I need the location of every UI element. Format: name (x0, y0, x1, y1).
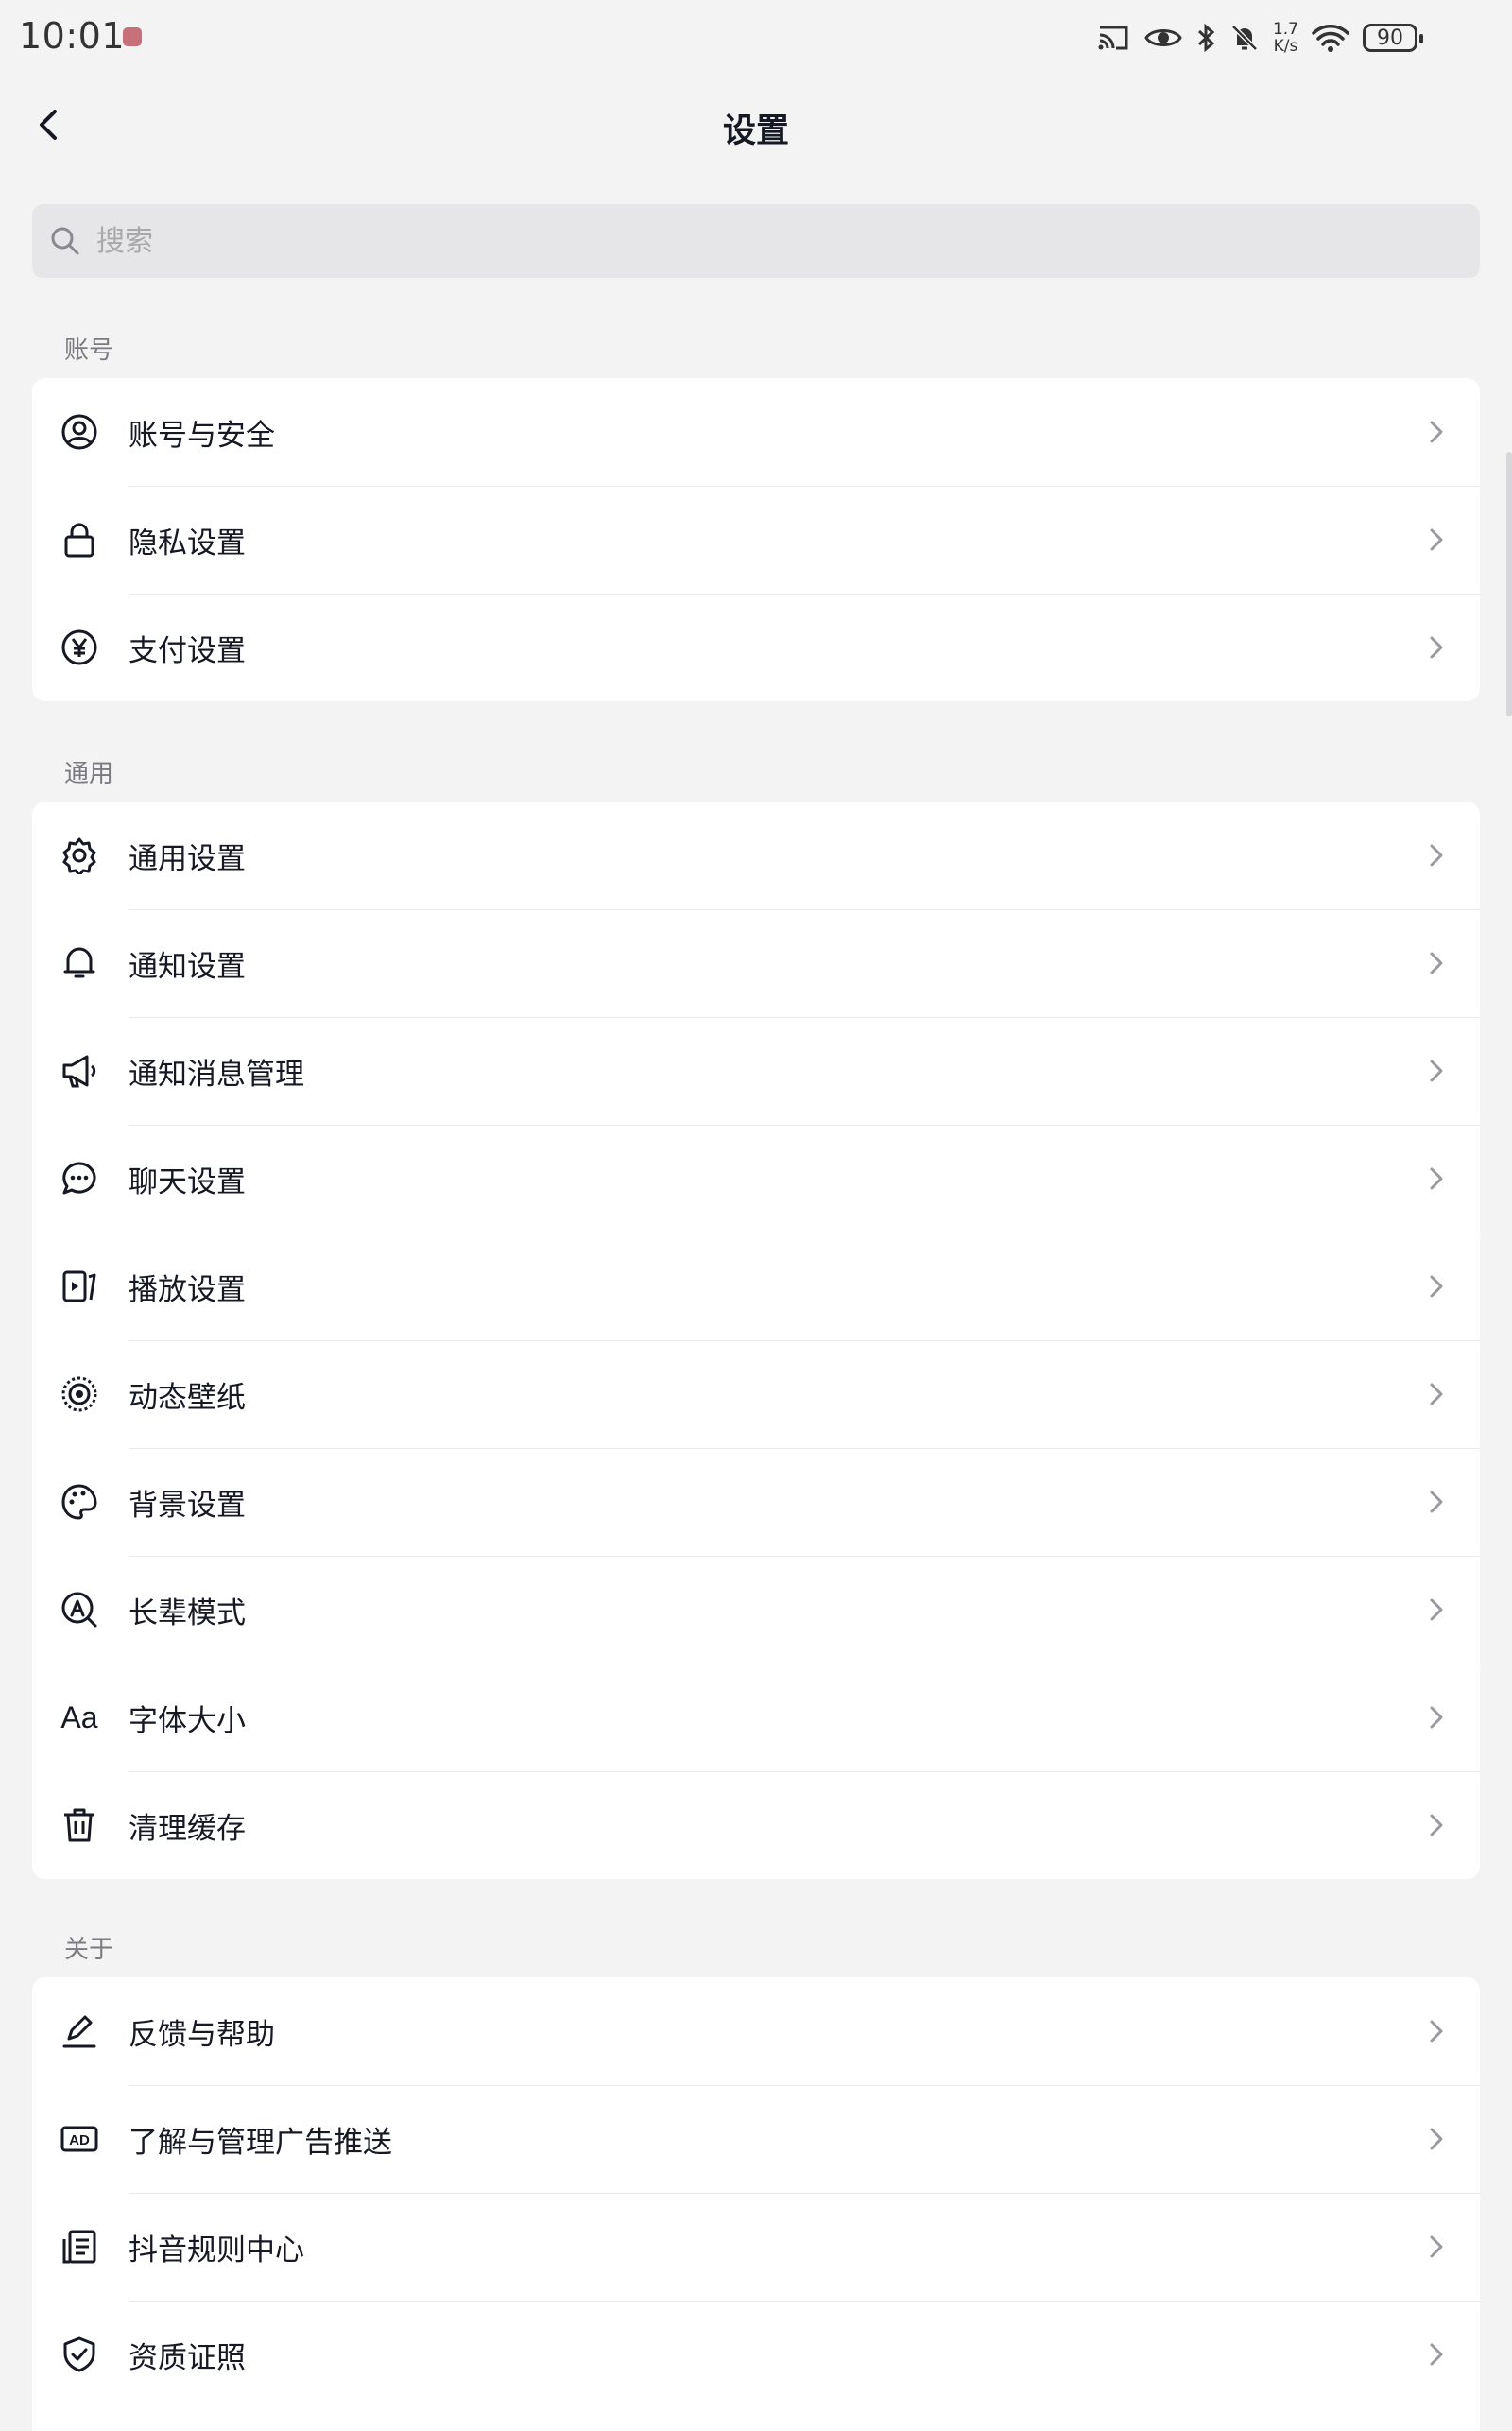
yuan-icon (60, 629, 98, 666)
chevron-right-icon (1430, 2128, 1443, 2150)
settings-item-qualifications[interactable]: 资质证照 (32, 2301, 1480, 2408)
scrollbar[interactable] (1506, 452, 1512, 716)
chevron-right-icon (1430, 2020, 1443, 2043)
font-size-icon: Aa (60, 1698, 98, 1736)
settings-item-label: 支付设置 (129, 633, 246, 668)
settings-item-clear-cache[interactable]: 清理缓存 (32, 1771, 1480, 1879)
nav-header: 设置 (0, 76, 1512, 181)
font-size-icon-text: Aa (60, 1699, 98, 1734)
play-screen-icon (60, 1267, 98, 1305)
settings-item-label: 播放设置 (129, 1272, 246, 1307)
settings-item-account-security[interactable]: 账号与安全 (32, 378, 1480, 486)
search-bar[interactable] (32, 204, 1480, 278)
section-label-general: 通用 (64, 760, 114, 788)
settings-item-playback[interactable]: 播放设置 (32, 1233, 1480, 1340)
settings-item-label: 字体大小 (129, 1703, 246, 1738)
settings-item-ad-management[interactable]: AD 了解与管理广告推送 (32, 2085, 1480, 2193)
chevron-right-icon (1430, 1706, 1443, 1729)
chevron-right-icon (1430, 528, 1443, 551)
settings-item-label: 动态壁纸 (129, 1380, 246, 1415)
status-icons: 1.7 K/s 90 (1097, 17, 1423, 59)
chevron-right-icon (1430, 421, 1443, 443)
search-icon (51, 227, 79, 255)
wifi-icon (1312, 25, 1349, 52)
palette-icon (60, 1483, 98, 1521)
settings-group-about: 反馈与帮助 AD 了解与管理广告推送 抖音规则中心 资质证照 (32, 1977, 1480, 2431)
battery-indicator: 90 (1363, 24, 1423, 52)
bell-off-icon (1231, 25, 1258, 51)
settings-item-general[interactable]: 通用设置 (32, 802, 1480, 909)
chevron-right-icon (1430, 1814, 1443, 1836)
user-circle-icon (60, 413, 98, 451)
gear-icon (60, 836, 98, 874)
settings-item-background[interactable]: 背景设置 (32, 1448, 1480, 1556)
chevron-right-icon (1430, 1598, 1443, 1621)
settings-item-font-size[interactable]: Aa 字体大小 (32, 1664, 1480, 1771)
section-label-about: 关于 (64, 1936, 114, 1964)
search-input[interactable] (96, 204, 1419, 278)
settings-item-elder-mode[interactable]: 长辈模式 (32, 1556, 1480, 1664)
settings-item-label: 通知设置 (129, 949, 246, 984)
settings-item-chat[interactable]: 聊天设置 (32, 1125, 1480, 1233)
settings-item-label: 长辈模式 (129, 1595, 246, 1630)
elder-mode-icon (60, 1591, 98, 1629)
settings-item-label: 账号与安全 (129, 418, 275, 453)
chevron-right-icon (1430, 1491, 1443, 1513)
chevron-right-icon (1430, 952, 1443, 974)
lock-icon (60, 521, 98, 559)
settings-item-label: 清理缓存 (129, 1811, 246, 1846)
network-speed: 1.7 K/s (1273, 21, 1298, 55)
page-title: 设置 (722, 112, 789, 150)
settings-item-payment[interactable]: 支付设置 (32, 594, 1480, 701)
app-notification-icon (123, 27, 142, 46)
cast-icon (1098, 26, 1128, 50)
status-bar: 10:01 1.7 K/s 90 (0, 0, 1512, 76)
settings-item-notifications[interactable]: 通知设置 (32, 909, 1480, 1017)
settings-item-label: 聊天设置 (129, 1164, 246, 1199)
chevron-right-icon (1430, 1060, 1443, 1082)
network-speed-unit: K/s (1273, 37, 1298, 56)
chevron-right-icon (1430, 1275, 1443, 1298)
section-label-account: 账号 (64, 336, 114, 365)
chat-bubble-icon (60, 1160, 98, 1198)
settings-item-label: 了解与管理广告推送 (129, 2125, 392, 2160)
status-time: 10:01 (19, 15, 126, 57)
chevron-right-icon (1430, 1383, 1443, 1405)
chevron-right-icon (1430, 844, 1443, 867)
pen-icon (60, 2012, 98, 2050)
wallpaper-target-icon (60, 1375, 98, 1413)
settings-item-label: 反馈与帮助 (129, 2017, 275, 2052)
chevron-right-icon (1430, 1167, 1443, 1190)
shield-check-icon (60, 2336, 98, 2373)
ad-icon: AD (60, 2120, 98, 2158)
settings-item-notification-messages[interactable]: 通知消息管理 (32, 1017, 1480, 1125)
settings-item-label: 通用设置 (129, 841, 246, 876)
chevron-right-icon (1430, 636, 1443, 659)
settings-item-live-wallpaper[interactable]: 动态壁纸 (32, 1340, 1480, 1448)
eye-icon (1144, 29, 1182, 46)
ad-icon-text: AD (69, 2132, 90, 2148)
settings-item-label: 隐私设置 (129, 526, 246, 560)
bluetooth-icon (1197, 23, 1215, 53)
settings-item-rules-center[interactable]: 抖音规则中心 (32, 2193, 1480, 2301)
settings-item-label: 通知消息管理 (129, 1057, 304, 1092)
settings-item-privacy[interactable]: 隐私设置 (32, 486, 1480, 594)
trash-icon (60, 1806, 98, 1844)
chevron-right-icon (1430, 2235, 1443, 2258)
settings-item-feedback[interactable]: 反馈与帮助 (32, 1977, 1480, 2085)
megaphone-icon (60, 1052, 98, 1090)
chevron-right-icon (1430, 2343, 1443, 2366)
settings-item-label: 资质证照 (129, 2340, 246, 2375)
document-list-icon (60, 2228, 98, 2266)
settings-group-account: 账号与安全 隐私设置 支付设置 (32, 378, 1480, 701)
settings-group-general: 通用设置 通知设置 通知消息管理 聊天设置 播放设置 动态壁纸 背景设置 长辈模… (32, 802, 1480, 1879)
bell-icon (60, 944, 98, 982)
settings-item-label: 抖音规则中心 (129, 2233, 304, 2267)
network-speed-value: 1.7 (1272, 20, 1298, 39)
settings-item-label: 背景设置 (129, 1488, 246, 1523)
